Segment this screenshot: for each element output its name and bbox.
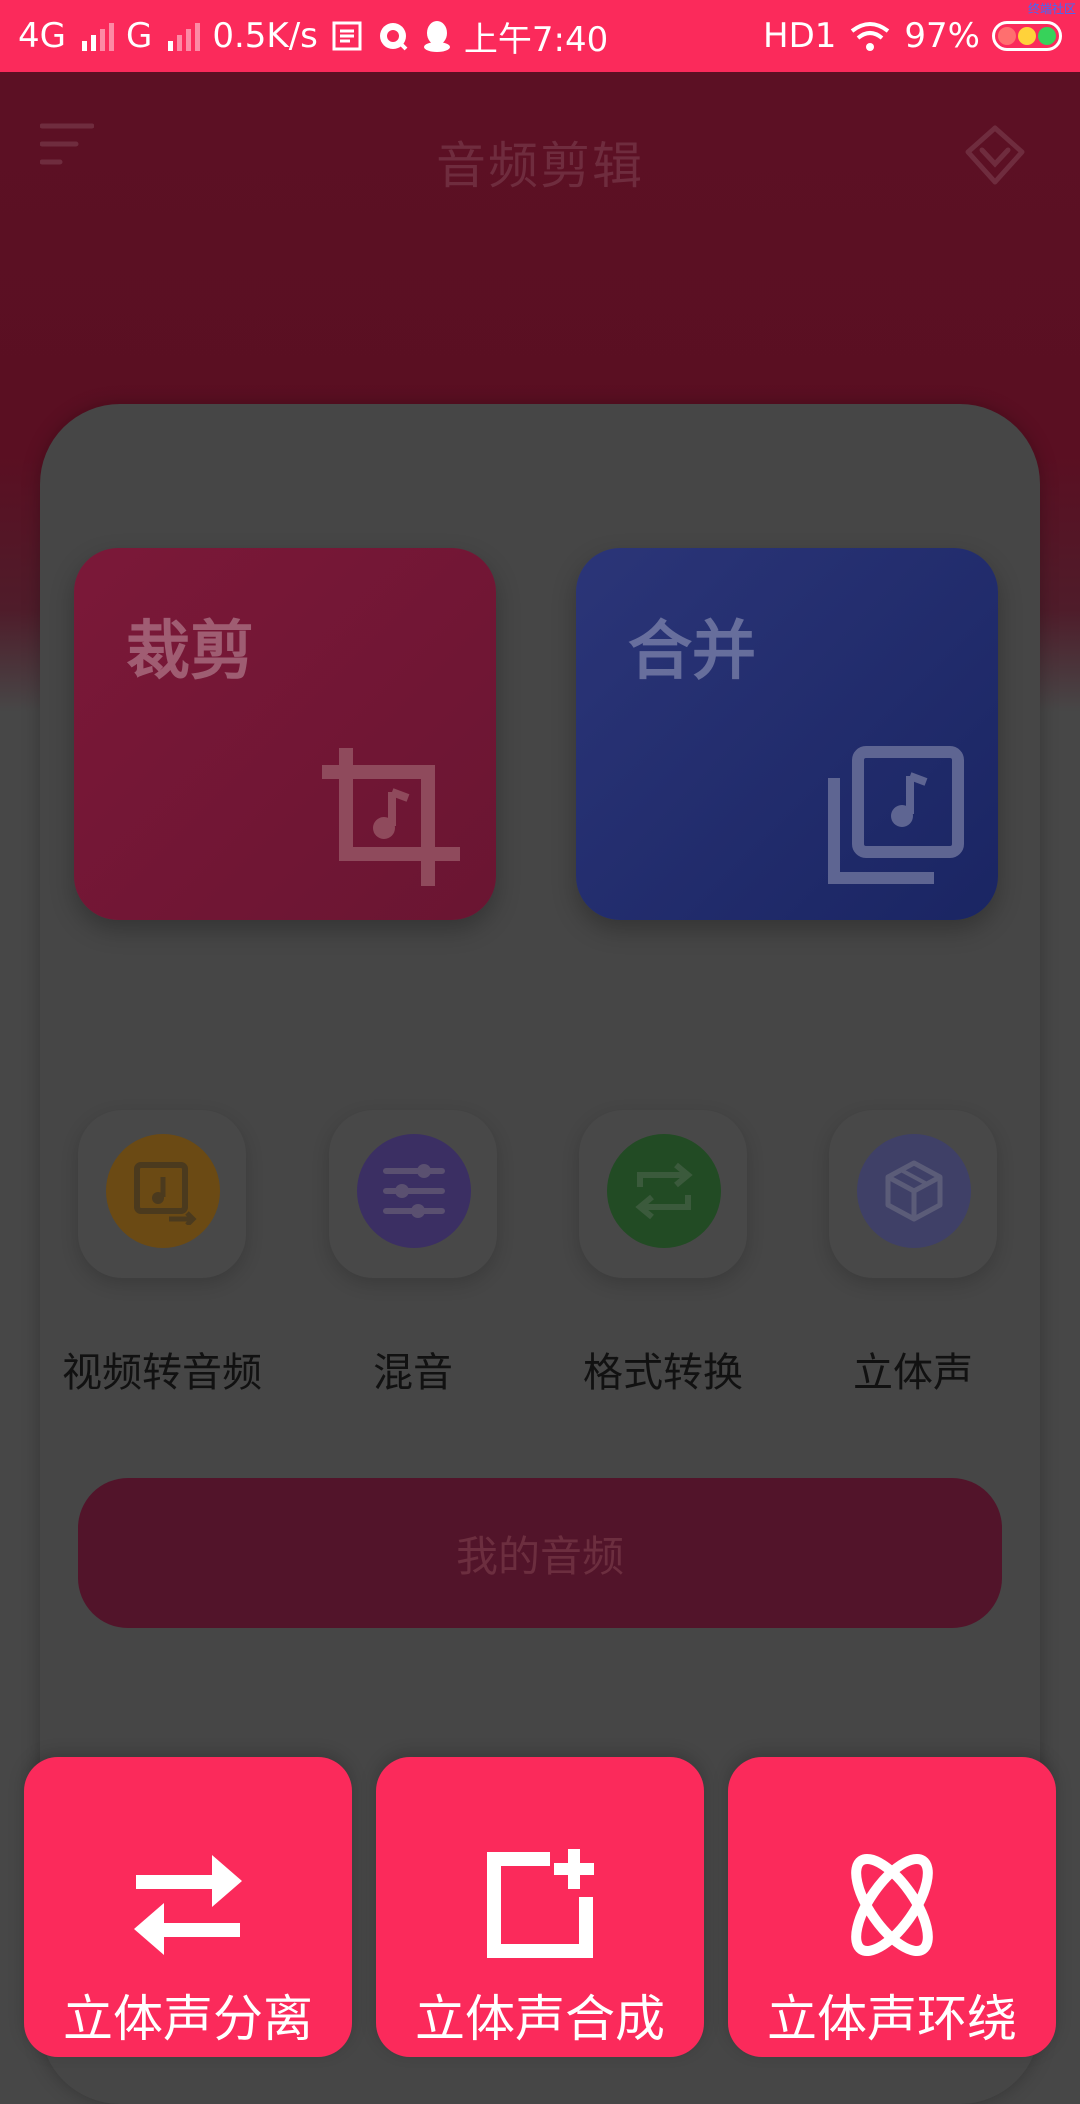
feature-stereo[interactable]: 立体声 [813, 1110, 1013, 1410]
network-speed: 0.5K/s [212, 16, 318, 56]
stereo-separate-button[interactable]: 立体声分离 [24, 1757, 352, 2057]
feature-dot [357, 1134, 471, 1248]
nfc-icon [332, 21, 362, 51]
sheet-button-label: 立体声分离 [63, 1990, 313, 2048]
feature-bubble [78, 1110, 246, 1278]
watermark-tag: 终端社区 [1027, 2, 1076, 16]
my-audio-button[interactable]: 我的音频 [78, 1478, 1002, 1628]
merge-tile-label: 合并 [628, 615, 756, 689]
merge-tile[interactable]: 合并 [576, 548, 998, 920]
signal-strength-icon [81, 21, 114, 51]
feature-dot [607, 1134, 721, 1248]
feature-bubble [329, 1110, 497, 1278]
status-bar: 4G G 0.5K/s 上午7:40 HD1 97% 终端社区 [0, 0, 1080, 72]
clock: 上午7:40 [463, 19, 609, 60]
network-type-4g: 4G [18, 16, 66, 56]
feature-dot [857, 1134, 971, 1248]
feature-format-convert[interactable]: 格式转换 [563, 1110, 763, 1410]
library-music-icon [828, 746, 964, 884]
crop-music-icon [322, 748, 460, 886]
feature-video-to-audio[interactable]: 视频转音频 [62, 1110, 262, 1410]
battery-icon [992, 21, 1062, 51]
status-left: 4G G 0.5K/s 上午7:40 [18, 0, 608, 72]
stereo-surround-button[interactable]: 立体声环绕 [728, 1757, 1056, 2057]
cube-icon [885, 1160, 943, 1222]
sheet-button-label: 立体声合成 [415, 1990, 665, 2048]
vip-diamond-icon[interactable] [962, 122, 1028, 188]
page-title: 音频剪辑 [436, 137, 644, 195]
stereo-combine-button[interactable]: 立体声合成 [376, 1757, 704, 2057]
swap-arrows-icon [134, 1855, 242, 1955]
browser-icon [379, 23, 408, 51]
feature-bubble [579, 1110, 747, 1278]
signal-strength-icon [168, 21, 201, 51]
video-to-audio-icon [134, 1162, 197, 1225]
sheet-button-label: 立体声环绕 [767, 1990, 1017, 2048]
orbit-icon [851, 1854, 933, 1956]
cut-tile[interactable]: 裁剪 [74, 548, 496, 920]
feature-dot [106, 1134, 220, 1248]
feature-label: 混音 [373, 1350, 453, 1396]
qq-icon [423, 21, 450, 52]
battery-percent: 97% [904, 16, 980, 56]
feature-bubble [829, 1110, 997, 1278]
feature-label: 格式转换 [583, 1350, 743, 1396]
feature-mix[interactable]: 混音 [313, 1110, 513, 1410]
hd-indicator: HD1 [763, 16, 837, 56]
feature-label: 立体声 [853, 1350, 973, 1396]
feature-label: 视频转音频 [62, 1350, 262, 1396]
repeat-icon [635, 1162, 693, 1220]
add-frame-icon [487, 1849, 594, 1958]
network-type-g: G [125, 16, 153, 56]
cut-tile-label: 裁剪 [126, 615, 254, 689]
wifi-icon [851, 22, 890, 51]
equalizer-icon [383, 1164, 445, 1218]
status-right: HD1 97% [763, 0, 1062, 72]
